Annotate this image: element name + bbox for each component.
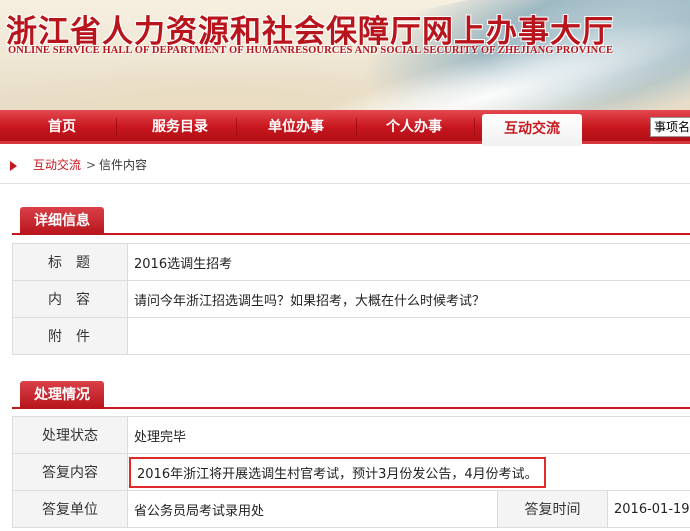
- nav-item-service-catalog[interactable]: 服务目录: [126, 110, 234, 144]
- nav-item-unit-affairs[interactable]: 单位办事: [246, 110, 346, 144]
- table-row: 处理状态 处理完毕: [12, 416, 690, 454]
- detail-section-title: 详细信息: [20, 207, 104, 235]
- reply-value-cell: 2016年浙江将开展选调生村官考试，预计3月份发公告，4月份考试。: [127, 453, 690, 491]
- table-row: 内容 请问今年浙江招选调生吗？如果招考，大概在什么时候考试？: [12, 280, 690, 318]
- content-label: 内容: [12, 280, 128, 318]
- breadcrumb-separator: >: [86, 158, 97, 172]
- nav-item-home[interactable]: 首页: [16, 110, 108, 144]
- title-value: 2016选调生招考: [127, 243, 690, 281]
- breadcrumb-current: 信件内容: [99, 158, 148, 172]
- detail-section-header: 详细信息: [12, 205, 690, 235]
- nav-divider: [474, 118, 475, 136]
- reply-unit-value: 省公务员局考试录用处: [127, 490, 498, 528]
- detail-table: 标题 2016选调生招考 内容 请问今年浙江招选调生吗？如果招考，大概在什么时候…: [12, 243, 690, 355]
- breadcrumb-link-interaction[interactable]: 互动交流: [33, 147, 81, 184]
- table-row: 答复内容 2016年浙江将开展选调生村官考试，预计3月份发公告，4月份考试。: [12, 453, 690, 491]
- nav-divider: [116, 118, 117, 136]
- main-nav: 首页 服务目录 单位办事 个人办事 互动交流: [0, 110, 690, 146]
- nav-item-interaction[interactable]: 互动交流: [482, 114, 582, 146]
- site-banner: 浙江省人力资源和社会保障厅网上办事大厅 ONLINE SERVICE HALL …: [0, 0, 690, 110]
- status-value: 处理完毕: [127, 416, 690, 454]
- reply-time-label: 答复时间: [497, 490, 608, 528]
- breadcrumb: 互动交流 > 信件内容: [0, 147, 690, 184]
- nav-item-personal-affairs[interactable]: 个人办事: [364, 110, 464, 144]
- search-input[interactable]: 事项名: [650, 117, 690, 137]
- nav-divider: [356, 118, 357, 136]
- reply-label: 答复内容: [12, 453, 128, 491]
- nav-divider: [236, 118, 237, 136]
- attachment-label: 附件: [12, 317, 128, 355]
- reply-unit-label: 答复单位: [12, 490, 128, 528]
- table-row: 附件: [12, 317, 690, 355]
- breadcrumb-arrow-icon: [10, 161, 17, 171]
- table-row: 标题 2016选调生招考: [12, 243, 690, 281]
- title-label: 标题: [12, 243, 128, 281]
- process-table: 处理状态 处理完毕 答复内容 2016年浙江将开展选调生村官考试，预计3月份发公…: [12, 416, 690, 528]
- site-subtitle: ONLINE SERVICE HALL OF DEPARTMENT OF HUM…: [8, 45, 614, 56]
- process-section-title: 处理情况: [20, 381, 104, 409]
- status-label: 处理状态: [12, 416, 128, 454]
- reply-value: 2016年浙江将开展选调生村官考试，预计3月份发公告，4月份考试。: [129, 456, 546, 488]
- table-row: 答复单位 省公务员局考试录用处 答复时间 2016-01-19: [12, 490, 690, 528]
- content-value: 请问今年浙江招选调生吗？如果招考，大概在什么时候考试？: [127, 280, 690, 318]
- reply-time-value: 2016-01-19: [607, 490, 690, 528]
- process-section-header: 处理情况: [12, 379, 690, 409]
- attachment-value: [127, 317, 690, 355]
